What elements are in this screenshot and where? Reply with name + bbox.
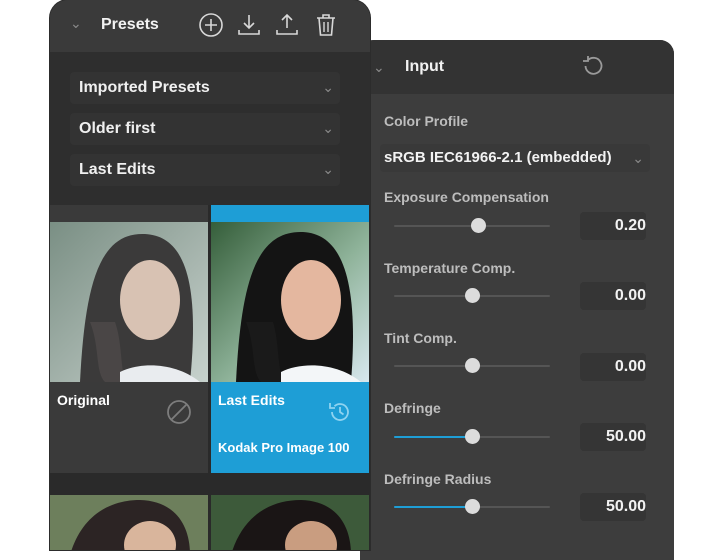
chevron-down-icon: ⌄ bbox=[632, 150, 644, 166]
trash-icon[interactable] bbox=[313, 12, 339, 38]
presets-title: Presets bbox=[101, 16, 159, 33]
tint-comp-value[interactable]: 0.00 bbox=[580, 353, 646, 381]
import-icon[interactable] bbox=[236, 12, 262, 38]
color-profile-label: Color Profile bbox=[384, 113, 469, 129]
slider-handle[interactable] bbox=[465, 288, 480, 303]
preset-thumbnail-image bbox=[50, 495, 208, 550]
input-panel: ⌄ Input Color Profile sRGB IEC61966-2.1 … bbox=[360, 40, 674, 560]
preset-thumbnail-grid: Original Last Edits Kodak Pro Image 100 bbox=[50, 205, 370, 550]
defringe-slider[interactable] bbox=[394, 429, 550, 445]
preset-applied-name: Kodak Pro Image 100 bbox=[218, 440, 350, 455]
preset-name: Original bbox=[57, 392, 110, 408]
preset-tile-original[interactable]: Original bbox=[50, 205, 208, 473]
add-circle-icon[interactable] bbox=[198, 12, 224, 38]
preset-thumbnail-image bbox=[211, 222, 369, 382]
preset-thumbnail-image bbox=[211, 495, 369, 550]
filter-group-label: Last Edits bbox=[79, 161, 156, 178]
filter-sort-select[interactable]: Older first ⌄ bbox=[70, 113, 340, 145]
exposure-compensation-label: Exposure Compensation bbox=[384, 189, 549, 205]
slider-fill bbox=[394, 506, 472, 508]
history-icon[interactable] bbox=[327, 399, 353, 425]
temperature-comp-label: Temperature Comp. bbox=[384, 260, 516, 276]
collapse-chevron-icon[interactable]: ⌄ bbox=[373, 59, 385, 76]
input-title: Input bbox=[405, 58, 445, 75]
filter-source-select[interactable]: Imported Presets ⌄ bbox=[70, 72, 340, 104]
chevron-down-icon: ⌄ bbox=[322, 161, 334, 177]
slider-handle[interactable] bbox=[471, 218, 486, 233]
preset-tile-caption: Original bbox=[50, 382, 208, 473]
color-profile-select[interactable]: sRGB IEC61966-2.1 (embedded) ⌄ bbox=[380, 144, 650, 172]
defringe-radius-label: Defringe Radius bbox=[384, 471, 492, 487]
color-profile-value: sRGB IEC61966-2.1 (embedded) bbox=[384, 149, 612, 166]
reset-icon[interactable] bbox=[581, 54, 605, 78]
presets-panel: ⌄ Presets Imported Presets ⌄ Older first… bbox=[50, 0, 370, 550]
defringe-radius-value[interactable]: 50.00 bbox=[580, 493, 646, 521]
filter-group-select[interactable]: Last Edits ⌄ bbox=[70, 154, 340, 186]
preset-tile[interactable] bbox=[50, 495, 208, 550]
prohibited-icon bbox=[166, 399, 192, 425]
defringe-label: Defringe bbox=[384, 400, 441, 416]
preset-tile-last-edits[interactable]: Last Edits Kodak Pro Image 100 bbox=[211, 205, 369, 473]
exposure-compensation-slider[interactable] bbox=[394, 218, 550, 234]
chevron-down-icon: ⌄ bbox=[322, 79, 334, 95]
tint-comp-slider[interactable] bbox=[394, 358, 550, 374]
temperature-comp-slider[interactable] bbox=[394, 288, 550, 304]
collapse-chevron-icon[interactable]: ⌄ bbox=[70, 15, 82, 32]
defringe-radius-slider[interactable] bbox=[394, 499, 550, 515]
defringe-value[interactable]: 50.00 bbox=[580, 423, 646, 451]
slider-handle[interactable] bbox=[465, 358, 480, 373]
temperature-comp-value[interactable]: 0.00 bbox=[580, 282, 646, 310]
preset-filters: Imported Presets ⌄ Older first ⌄ Last Ed… bbox=[50, 52, 370, 205]
presets-header: ⌄ Presets bbox=[50, 0, 370, 52]
preset-tile-caption: Last Edits Kodak Pro Image 100 bbox=[211, 382, 369, 473]
filter-source-label: Imported Presets bbox=[79, 79, 210, 96]
tint-comp-label: Tint Comp. bbox=[384, 330, 457, 346]
preset-thumbnail-image bbox=[50, 222, 208, 382]
slider-handle[interactable] bbox=[465, 429, 480, 444]
preset-name: Last Edits bbox=[218, 392, 285, 408]
filter-sort-label: Older first bbox=[79, 120, 156, 137]
chevron-down-icon: ⌄ bbox=[322, 120, 334, 136]
input-header: ⌄ Input bbox=[360, 40, 674, 94]
export-icon[interactable] bbox=[274, 12, 300, 38]
exposure-compensation-value[interactable]: 0.20 bbox=[580, 212, 646, 240]
slider-handle[interactable] bbox=[465, 499, 480, 514]
preset-tile[interactable] bbox=[211, 495, 369, 550]
slider-fill bbox=[394, 436, 472, 438]
